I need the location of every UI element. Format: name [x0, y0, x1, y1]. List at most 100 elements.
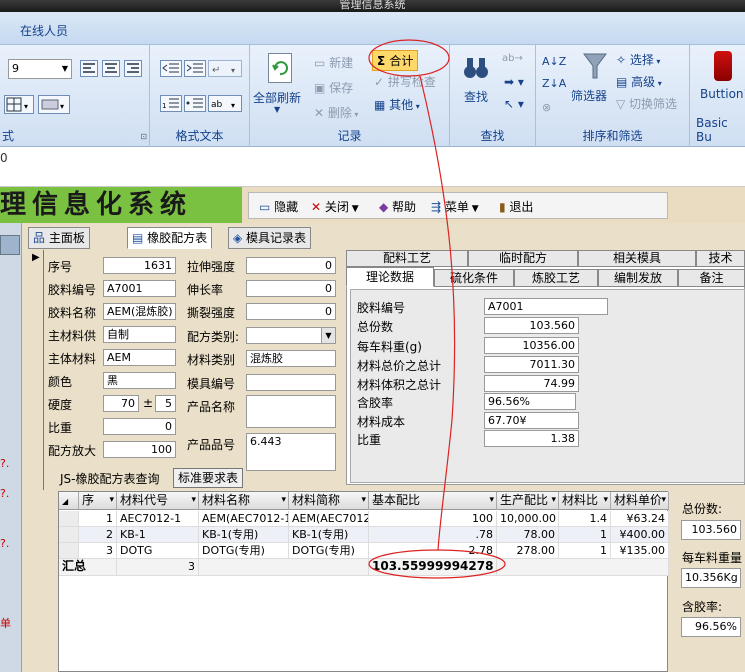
- save-record-button[interactable]: ▣ 保存: [314, 79, 353, 96]
- grid-cell[interactable]: 2: [79, 527, 117, 543]
- gridlines-icon[interactable]: ▾: [4, 95, 34, 114]
- tab-mixing-process[interactable]: 炼胶工艺: [514, 269, 598, 287]
- column-header[interactable]: 材料单价 ▾: [611, 492, 669, 510]
- exit-button[interactable]: ▮ 退出: [499, 198, 533, 215]
- column-dropdown-icon[interactable]: ▾: [361, 492, 366, 509]
- numbered-list-icon[interactable]: 1: [160, 95, 182, 112]
- menu-online-users[interactable]: 在线人员: [20, 22, 68, 39]
- grid-cell[interactable]: 1: [559, 543, 611, 559]
- tab-theory-data[interactable]: 理论数据: [346, 267, 434, 287]
- grid-cell[interactable]: 1.4: [559, 511, 611, 527]
- column-header[interactable]: 材料名称 ▾: [199, 492, 289, 510]
- find-button[interactable]: 查找: [464, 88, 488, 105]
- funnel-icon[interactable]: [582, 51, 608, 81]
- replace-icon[interactable]: ab→: [502, 53, 523, 64]
- theory-value[interactable]: 103.560: [484, 317, 579, 334]
- refresh-all-button[interactable]: 全部刷新: [253, 89, 301, 106]
- column-dropdown-icon[interactable]: ▾: [109, 492, 114, 509]
- tab-rubber-formula[interactable]: ▤ 橡胶配方表: [127, 227, 213, 249]
- tab-vulcanization[interactable]: 硫化条件: [434, 269, 514, 287]
- binoculars-icon[interactable]: [462, 53, 490, 81]
- sort-ascending-icon[interactable]: A↓Z: [542, 55, 566, 68]
- sort-descending-icon[interactable]: Z↓A: [542, 77, 566, 90]
- row-selector[interactable]: [59, 543, 79, 559]
- refresh-all-icon[interactable]: [268, 53, 292, 83]
- column-dropdown-icon[interactable]: ▾: [281, 492, 286, 509]
- tolerance-field[interactable]: 5: [155, 395, 176, 412]
- grid-cell[interactable]: DOTG: [117, 543, 199, 559]
- grid-cell[interactable]: ¥63.24: [611, 511, 669, 527]
- filter-button[interactable]: 筛选器: [571, 87, 607, 104]
- grid-cell[interactable]: DOTG(专用): [199, 543, 289, 559]
- fill-color-icon[interactable]: ▾: [38, 95, 70, 114]
- theory-value[interactable]: 1.38: [484, 430, 579, 447]
- toggle-filter-button[interactable]: ▽ 切换筛选: [616, 95, 677, 112]
- grid-cell[interactable]: KB-1: [117, 527, 199, 543]
- grid-cell[interactable]: 2.78: [369, 543, 497, 559]
- grid-cell[interactable]: ¥400.00: [611, 527, 669, 543]
- delete-record-button[interactable]: ✕ 删除 ▾: [314, 104, 358, 121]
- totals-button[interactable]: Σ 合计: [372, 50, 419, 71]
- close-button[interactable]: ✕ 关闭 ▼: [311, 198, 359, 215]
- more-button[interactable]: ▦ 其他 ▾: [374, 96, 420, 113]
- theory-value[interactable]: 7011.30: [484, 356, 579, 373]
- color-field[interactable]: 黑: [103, 372, 176, 389]
- align-left-icon[interactable]: [80, 60, 98, 77]
- tab-notes[interactable]: 备注: [678, 269, 745, 287]
- grid-cell[interactable]: 10,000.00: [497, 511, 559, 527]
- tab-technical[interactable]: 技术: [696, 250, 745, 267]
- column-header[interactable]: 材料比 ▾: [559, 492, 611, 510]
- bullet-list-icon[interactable]: [184, 95, 206, 112]
- chevron-down-icon[interactable]: ▼: [274, 105, 280, 114]
- material-type-field[interactable]: 混炼胶: [246, 350, 336, 367]
- grid-cell[interactable]: .78: [369, 527, 497, 543]
- selection-filter-button[interactable]: ✧ 选择 ▾: [616, 51, 660, 68]
- column-header[interactable]: 序 ▾: [79, 492, 117, 510]
- column-dropdown-icon[interactable]: ▾: [603, 492, 608, 509]
- grid-cell[interactable]: AEM(AEC7012-1): [199, 511, 289, 527]
- paragraph-direction-icon[interactable]: ↵ ▾: [208, 60, 242, 77]
- seq-field[interactable]: 1631: [103, 257, 176, 274]
- grid-cell[interactable]: 100: [369, 511, 497, 527]
- grid-cell[interactable]: 278.00: [497, 543, 559, 559]
- column-dropdown-icon[interactable]: ▾: [191, 492, 196, 509]
- grid-cell[interactable]: ¥135.00: [611, 543, 669, 559]
- standard-requirements-button[interactable]: 标准要求表: [173, 468, 243, 488]
- record-selector[interactable]: ▶: [30, 250, 44, 490]
- tab-related-molds[interactable]: 相关模具: [578, 250, 696, 267]
- grid-cell[interactable]: KB-1(专用): [199, 527, 289, 543]
- align-right-icon[interactable]: [124, 60, 142, 77]
- column-header[interactable]: 材料代号 ▾: [117, 492, 199, 510]
- font-size-select[interactable]: 9 ▼: [8, 59, 72, 79]
- tab-compounding-process[interactable]: 配料工艺: [346, 250, 468, 267]
- new-record-button[interactable]: ▭ 新建: [314, 54, 353, 71]
- product-no-field[interactable]: 6.443: [246, 433, 336, 471]
- scale-field[interactable]: 100: [103, 441, 176, 458]
- select-icon[interactable]: ↖ ▾: [504, 97, 524, 111]
- density-field[interactable]: 0: [103, 418, 176, 435]
- hide-button[interactable]: ▭ 隐藏: [259, 198, 298, 215]
- side-weight-field[interactable]: 10.356Kg: [681, 568, 741, 588]
- mold-no-field[interactable]: [246, 374, 336, 391]
- column-header[interactable]: 生产配比 ▾: [497, 492, 559, 510]
- custom-button[interactable]: Buttion1: [700, 87, 745, 101]
- grid-cell[interactable]: 78.00: [497, 527, 559, 543]
- help-button[interactable]: ◆ 帮助: [379, 198, 416, 215]
- goto-icon[interactable]: ➡ ▾: [504, 75, 524, 89]
- theory-value[interactable]: 96.56%: [484, 393, 576, 410]
- grid-cell[interactable]: 3: [79, 543, 117, 559]
- theory-value[interactable]: 10356.00: [484, 337, 579, 354]
- code-field[interactable]: A7001: [103, 280, 176, 297]
- hardness-field[interactable]: 70: [103, 395, 139, 412]
- supplier-field[interactable]: 自制: [103, 326, 176, 343]
- main-material-field[interactable]: AEM: [103, 349, 176, 366]
- side-total-field[interactable]: 103.560: [681, 520, 741, 540]
- theory-value[interactable]: A7001: [484, 298, 608, 315]
- row-selector[interactable]: [59, 511, 79, 527]
- tab-issue[interactable]: 编制发放: [598, 269, 678, 287]
- formula-type-select[interactable]: ▼: [246, 327, 336, 344]
- grid-select-all[interactable]: ◢: [59, 492, 79, 510]
- grid-cell[interactable]: 1: [559, 527, 611, 543]
- align-center-icon[interactable]: [102, 60, 120, 77]
- advanced-filter-button[interactable]: ▤ 高级 ▾: [616, 73, 662, 90]
